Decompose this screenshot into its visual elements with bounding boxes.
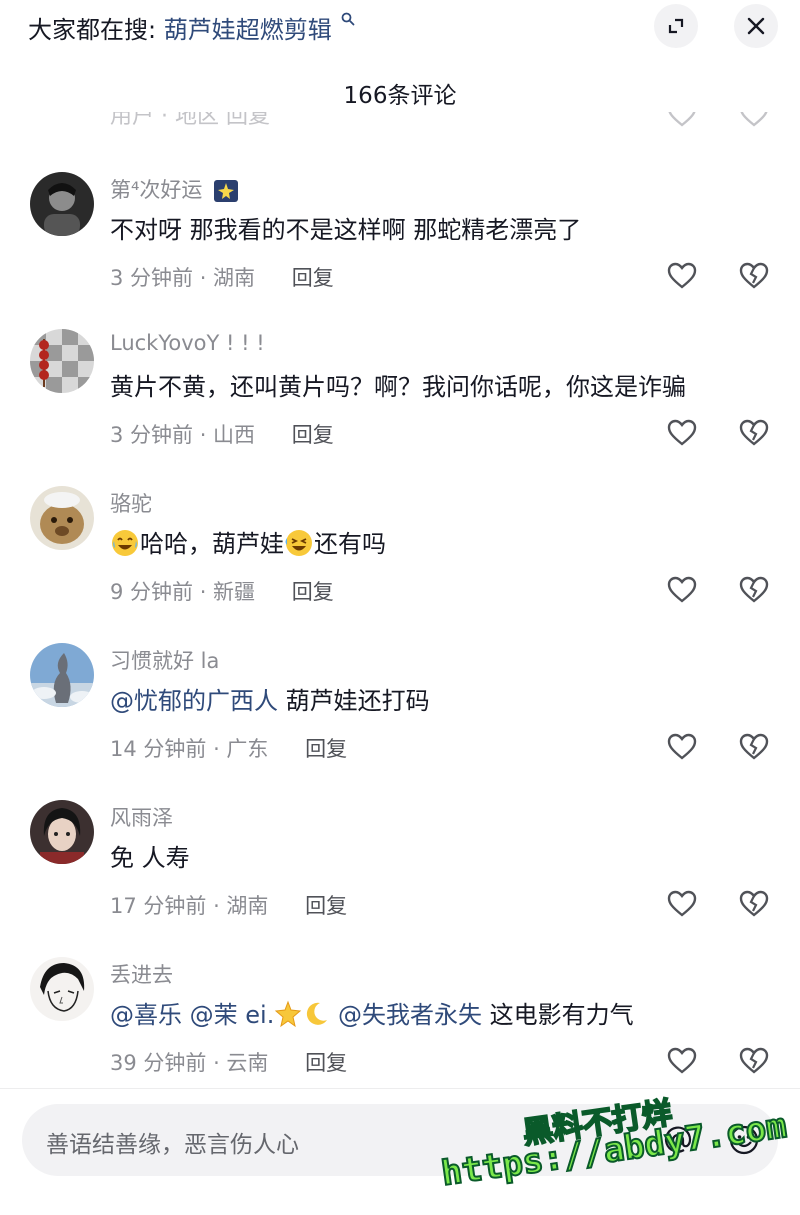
reply-button[interactable]: 回复 [292, 580, 334, 604]
search-suggestion[interactable]: 大家都在搜: 葫芦娃超燃剪辑 [28, 10, 355, 45]
mention-link[interactable]: @喜乐 [110, 1001, 182, 1029]
comment-item: LuckYovoY ! ! ! 黄片不黄，还叫黄片吗？啊？我问你话呢，你这是诈骗… [0, 329, 800, 479]
clipped-comment-row: 用户 · 地区 回复 [0, 112, 800, 132]
username[interactable]: 丢进去 [110, 959, 173, 989]
comment-text: 哈哈，葫芦娃 还有吗 [110, 524, 386, 559]
clipped-row-text: 用户 · 地区 回复 [110, 112, 270, 129]
like-icon[interactable] [666, 1045, 698, 1077]
like-icon[interactable] [666, 112, 698, 130]
avatar[interactable] [30, 643, 94, 707]
comment-meta: 14 分钟前 · 广东 回复 [110, 733, 347, 763]
comment-count-title: 166条评论 [343, 83, 457, 109]
like-icon[interactable] [666, 731, 698, 763]
comment-text: @忧郁的广西人 葫芦娃还打码 [110, 681, 430, 716]
comment-text: 免 人寿 [110, 844, 190, 872]
divider [0, 1088, 800, 1089]
reply-button[interactable]: 回复 [305, 1051, 347, 1075]
time-location: 39 分钟前 · 云南 [110, 1051, 269, 1075]
rolling-laughing-emoji-icon [285, 530, 312, 556]
like-icon[interactable] [666, 574, 698, 606]
dislike-icon[interactable] [738, 731, 770, 763]
watermark: 黑料不打烊 https://abdy7.com [438, 1090, 790, 1210]
comment-text-part: 哈哈，葫芦娃 [140, 530, 284, 558]
search-icon [341, 12, 355, 26]
mention-link[interactable]: @失我者永失 [338, 1001, 482, 1029]
dislike-icon[interactable] [738, 417, 770, 449]
avatar[interactable] [30, 329, 94, 393]
glowing-star-emoji-icon [275, 1000, 302, 1028]
mention-link[interactable]: @茉 ei. [190, 1001, 275, 1029]
expand-button[interactable] [654, 4, 698, 48]
dislike-icon[interactable] [738, 574, 770, 606]
avatar[interactable] [30, 486, 94, 550]
like-icon[interactable] [666, 417, 698, 449]
comment-input-placeholder: 善语结善缘，恶言伤人心 [46, 1132, 299, 1158]
crescent-moon-emoji-icon [307, 1002, 328, 1025]
reply-button[interactable]: 回复 [305, 737, 347, 761]
comment-text-part: 葫芦娃还打码 [278, 687, 430, 715]
time-location: 3 分钟前 · 山西 [110, 423, 256, 447]
comment-text: @喜乐 @茉 ei. @失我者永失 这电影有力气 [110, 995, 634, 1030]
username[interactable]: 第⁴次好运 [110, 174, 239, 204]
comment-meta: 3 分钟前 · 湖南 回复 [110, 262, 334, 292]
like-icon[interactable] [666, 260, 698, 292]
comment-meta: 17 分钟前 · 湖南 回复 [110, 890, 347, 920]
laughing-crying-emoji-icon [112, 530, 138, 556]
comment-meta: 39 分钟前 · 云南 回复 [110, 1047, 347, 1077]
avatar[interactable] [30, 800, 94, 864]
comment-text-part: 这电影有力气 [481, 1001, 634, 1029]
comment-meta: 3 分钟前 · 山西 回复 [110, 419, 334, 449]
comment-text-part: 还有吗 [314, 530, 386, 558]
comment-text: 不对呀 那我看的不是这样啊 那蛇精老漂亮了 [110, 216, 582, 244]
close-icon [747, 17, 765, 35]
time-location: 17 分钟前 · 湖南 [110, 894, 269, 918]
comment-item: 风雨泽 免 人寿 17 分钟前 · 湖南 回复 [0, 800, 800, 950]
comment-item: 丢进去 @喜乐 @茉 ei. @失我者永失 这电影有力气 39 分钟前 · 云南… [0, 957, 800, 1107]
top-bar: 大家都在搜: 葫芦娃超燃剪辑 [0, 0, 800, 60]
username[interactable]: LuckYovoY ! ! ! [110, 331, 265, 355]
reply-button[interactable]: 回复 [305, 894, 347, 918]
username[interactable]: 骆驼 [110, 488, 152, 518]
avatar[interactable] [30, 957, 94, 1021]
dislike-icon[interactable] [738, 112, 770, 130]
username[interactable]: 风雨泽 [110, 802, 173, 832]
time-location: 14 分钟前 · 广东 [110, 737, 269, 761]
dislike-icon[interactable] [738, 260, 770, 292]
reply-button[interactable]: 回复 [292, 423, 334, 447]
search-prefix: 大家都在搜: [28, 16, 157, 44]
username[interactable]: 习惯就好 la [110, 645, 219, 675]
comment-item: 第⁴次好运 不对呀 那我看的不是这样啊 那蛇精老漂亮了 3 分钟前 · 湖南 回… [0, 172, 800, 322]
time-location: 9 分钟前 · 新疆 [110, 580, 256, 604]
comment-item: 习惯就好 la @忧郁的广西人 葫芦娃还打码 14 分钟前 · 广东 回复 [0, 643, 800, 793]
comment-text: 黄片不黄，还叫黄片吗？啊？我问你话呢，你这是诈骗 [110, 373, 686, 401]
dislike-icon[interactable] [738, 888, 770, 920]
comment-item: 骆驼 哈哈，葫芦娃 还有吗 9 分钟前 · 新疆 回复 [0, 486, 800, 636]
close-button[interactable] [734, 4, 778, 48]
like-icon[interactable] [666, 888, 698, 920]
search-keyword[interactable]: 葫芦娃超燃剪辑 [164, 16, 332, 44]
reply-button[interactable]: 回复 [292, 266, 334, 290]
comment-meta: 9 分钟前 · 新疆 回复 [110, 576, 334, 606]
mention-link[interactable]: @忧郁的广西人 [110, 687, 278, 715]
avatar[interactable] [30, 172, 94, 236]
dislike-icon[interactable] [738, 1045, 770, 1077]
time-location: 3 分钟前 · 湖南 [110, 266, 256, 290]
expand-icon [668, 18, 684, 34]
sparkle-star-emoji-icon [214, 180, 239, 202]
